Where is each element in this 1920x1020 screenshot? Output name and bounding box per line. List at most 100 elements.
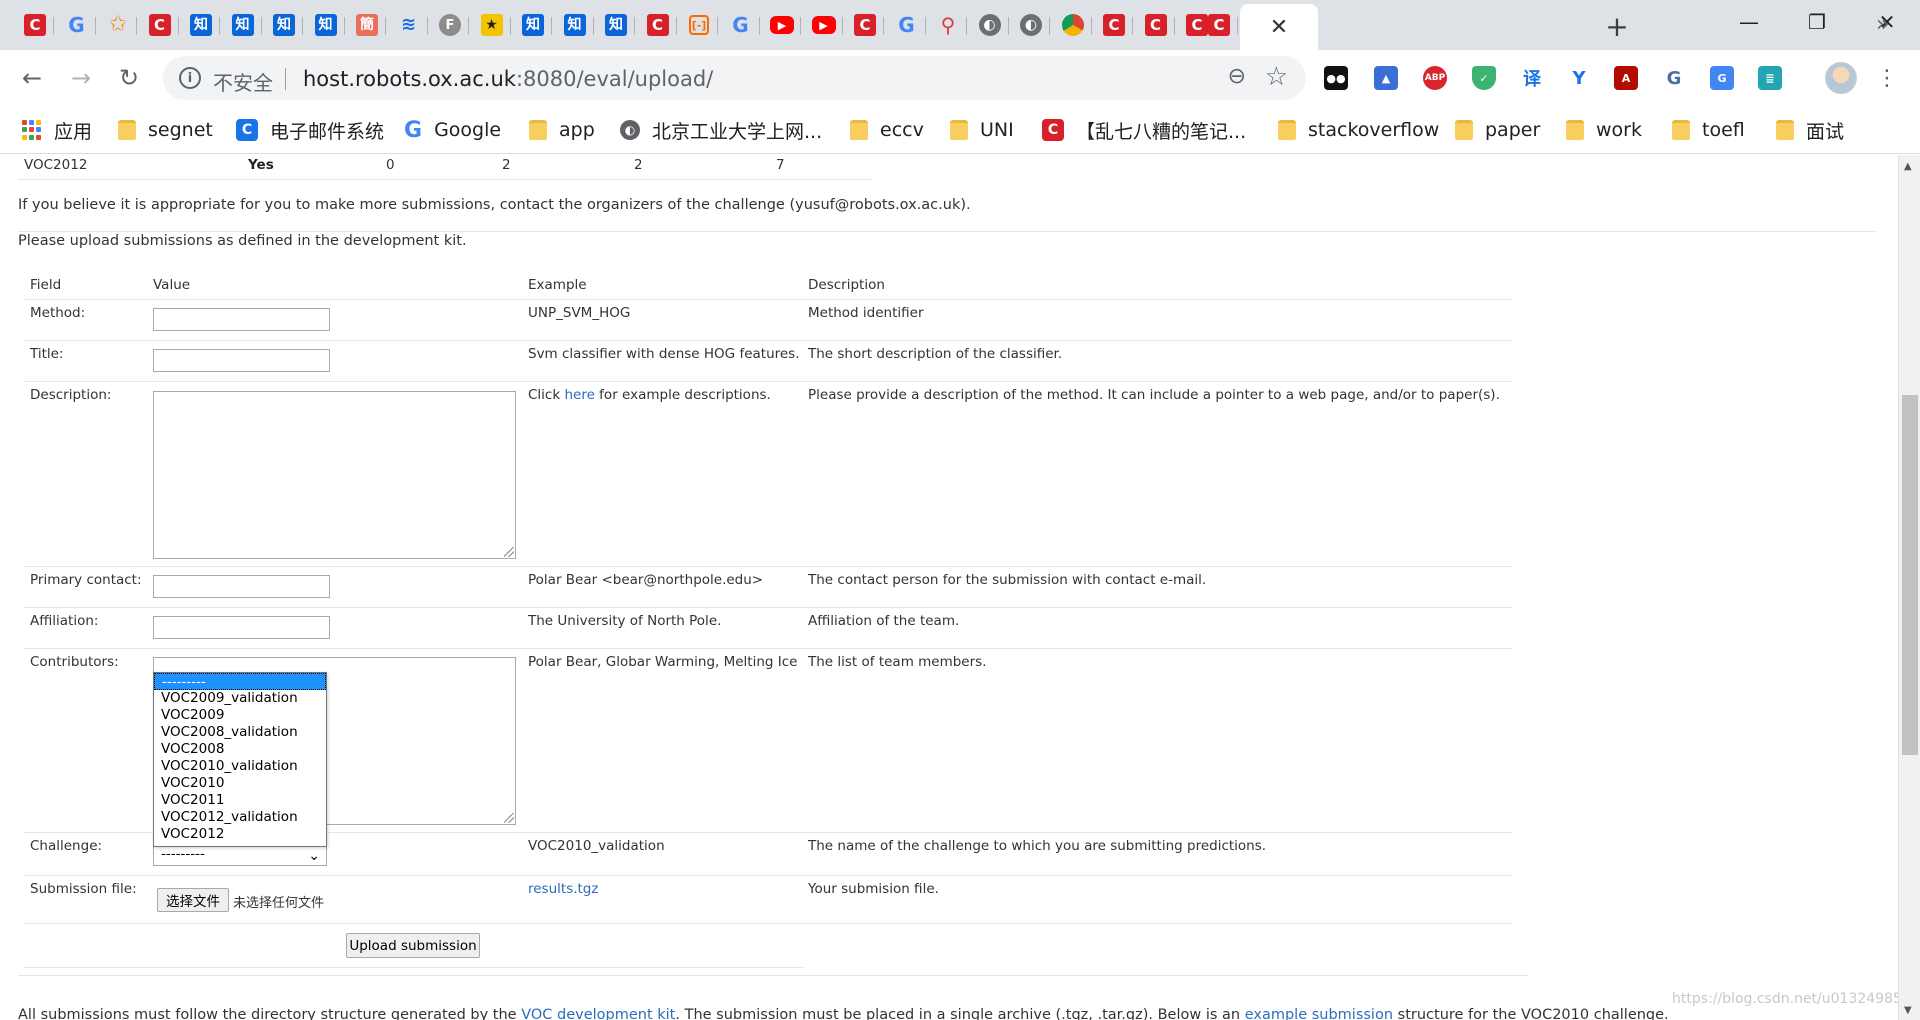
browser-tab[interactable]: 知 [307,7,345,43]
browser-tab[interactable]: G [888,7,926,43]
bookmark-item[interactable]: app [529,118,595,142]
browser-tab[interactable]: G [722,7,760,43]
browser-tab[interactable]: C [141,7,179,43]
url-text[interactable]: host.robots.ox.ac.uk:8080/eval/upload/ [303,67,713,91]
primary-contact-input[interactable] [153,575,330,598]
bookmark-item[interactable]: 应用 [22,118,92,143]
browser-tab[interactable]: 知 [514,7,552,43]
browser-tab[interactable]: 知 [556,7,594,43]
browser-tab[interactable]: [-] [680,7,718,43]
bookmark-item[interactable]: C 【乱七八糟的笔记... [1042,118,1246,143]
browser-tab[interactable]: C [846,7,884,43]
translate-icon[interactable]: 译 [1520,66,1544,90]
description-textarea[interactable] [153,391,516,559]
browser-tab[interactable]: C [639,7,677,43]
pdf-icon[interactable]: A [1614,66,1638,90]
challenge-option[interactable]: VOC2011 [154,792,326,809]
scrollbar[interactable]: ▲ ▼ [1898,155,1920,1020]
resize-grip-icon[interactable] [504,813,514,823]
bookmark-item[interactable]: 面试 [1776,118,1844,143]
extension-cap-icon[interactable]: ▲ [1374,66,1398,90]
challenge-option[interactable]: VOC2010 [154,775,326,792]
browser-tab[interactable]: C [1200,7,1238,43]
bookmark-item[interactable]: ◐ 北京工业大学上网... [620,118,822,143]
security-status[interactable]: 不安全 [213,67,273,96]
example-submission-link[interactable]: example submission [1245,1007,1393,1020]
results-example-link[interactable]: results.tgz [528,881,598,897]
scroll-up-icon[interactable]: ▲ [1904,161,1912,172]
browser-tab[interactable]: 知 [597,7,635,43]
active-tab[interactable]: ✕ [1240,4,1318,50]
sync-icon[interactable]: G [1662,66,1686,90]
zoom-icon[interactable]: ⊖ [1228,64,1246,89]
minimize-button[interactable]: — [1726,6,1772,38]
browser-tab[interactable]: ★ [473,7,511,43]
bookmark-item[interactable]: segnet [118,118,213,142]
notes-icon[interactable]: ≣ [1758,66,1782,90]
browser-tab[interactable]: ≋ [390,7,428,43]
browser-tab[interactable]: G [58,7,96,43]
browser-tab[interactable]: ◐ [1012,7,1050,43]
browser-tab[interactable] [1054,7,1092,43]
challenge-option[interactable]: VOC2008 [154,741,326,758]
bookmark-item[interactable]: eccv [850,118,924,142]
challenge-option[interactable]: VOC2009_validation [154,690,326,707]
browser-tab[interactable]: F [431,7,469,43]
browser-tab[interactable]: 知 [224,7,262,43]
bookmark-item[interactable]: C 电子邮件系统 [236,118,384,143]
vpn-icon[interactable]: Y [1567,66,1591,90]
bookmark-item[interactable]: work [1566,118,1642,142]
challenge-option[interactable]: --------- [154,673,326,690]
browser-tab[interactable]: ⚲ [929,7,967,43]
challenge-options-list[interactable]: --------- VOC2009_validation VOC2009 VOC200… [153,672,327,847]
scroll-down-icon[interactable]: ▼ [1904,1005,1912,1016]
browser-tab[interactable]: 知 [265,7,303,43]
info-icon[interactable]: i [179,67,201,89]
browser-tab[interactable]: ▶ [805,7,843,43]
scrollbar-thumb[interactable] [1902,395,1918,755]
menu-icon[interactable]: ⋮ [1872,62,1902,94]
chrome-icon [1061,14,1084,36]
new-tab-button[interactable]: + [1600,9,1634,43]
bookmark-item[interactable]: UNI [950,118,1014,142]
address-bar[interactable]: i 不安全 host.robots.ox.ac.uk:8080/eval/upl… [163,56,1306,100]
avatar[interactable] [1825,62,1857,94]
challenge-option[interactable]: VOC2010_validation [154,758,326,775]
browser-tab[interactable]: C [16,7,54,43]
method-input[interactable] [153,308,330,331]
bookmark-item[interactable]: stackoverflow [1278,118,1439,142]
google-translate-icon[interactable]: G [1710,66,1734,90]
bookmark-item[interactable]: paper [1455,118,1540,142]
bookmarks-overflow-icon[interactable]: » [1876,12,1889,37]
challenge-option[interactable]: VOC2008_validation [154,724,326,741]
browser-tab[interactable]: ✩ [99,7,137,43]
example-descriptions-link[interactable]: here [564,387,594,403]
adblock-icon[interactable]: ABP [1423,66,1447,90]
back-button[interactable]: ← [15,61,49,95]
choose-file-button[interactable]: 选择文件 [157,888,229,912]
shield-icon[interactable]: ✓ [1472,66,1496,90]
browser-tab[interactable]: ▶ [763,7,801,43]
bookmark-item[interactable]: G Google [404,118,501,143]
close-tab-icon[interactable]: ✕ [1270,15,1288,40]
challenge-option[interactable]: VOC2009 [154,707,326,724]
challenge-option[interactable]: VOC2012 [154,826,326,843]
resize-grip-icon[interactable] [504,547,514,557]
extension-dark-icon[interactable]: ●● [1324,66,1348,90]
browser-tab[interactable]: ◐ [971,7,1009,43]
browser-tab[interactable]: C [1095,7,1133,43]
reload-button[interactable]: ↻ [112,61,146,95]
browser-tab[interactable]: 知 [182,7,220,43]
results-link[interactable]: results.tgz [528,881,598,897]
bookmark-star-icon[interactable]: ☆ [1265,62,1288,92]
restore-button[interactable]: ❐ [1794,6,1840,38]
title-input[interactable] [153,349,330,372]
bookmark-item[interactable]: toefl [1672,118,1745,142]
challenge-option[interactable]: VOC2012_validation [154,809,326,826]
forward-button[interactable]: → [64,61,98,95]
upload-submission-button[interactable]: Upload submission [346,933,480,958]
affiliation-input[interactable] [153,616,330,639]
browser-tab[interactable]: 簡 [348,7,386,43]
browser-tab[interactable]: C [1137,7,1175,43]
voc-devkit-link[interactable]: VOC development kit [521,1007,675,1020]
